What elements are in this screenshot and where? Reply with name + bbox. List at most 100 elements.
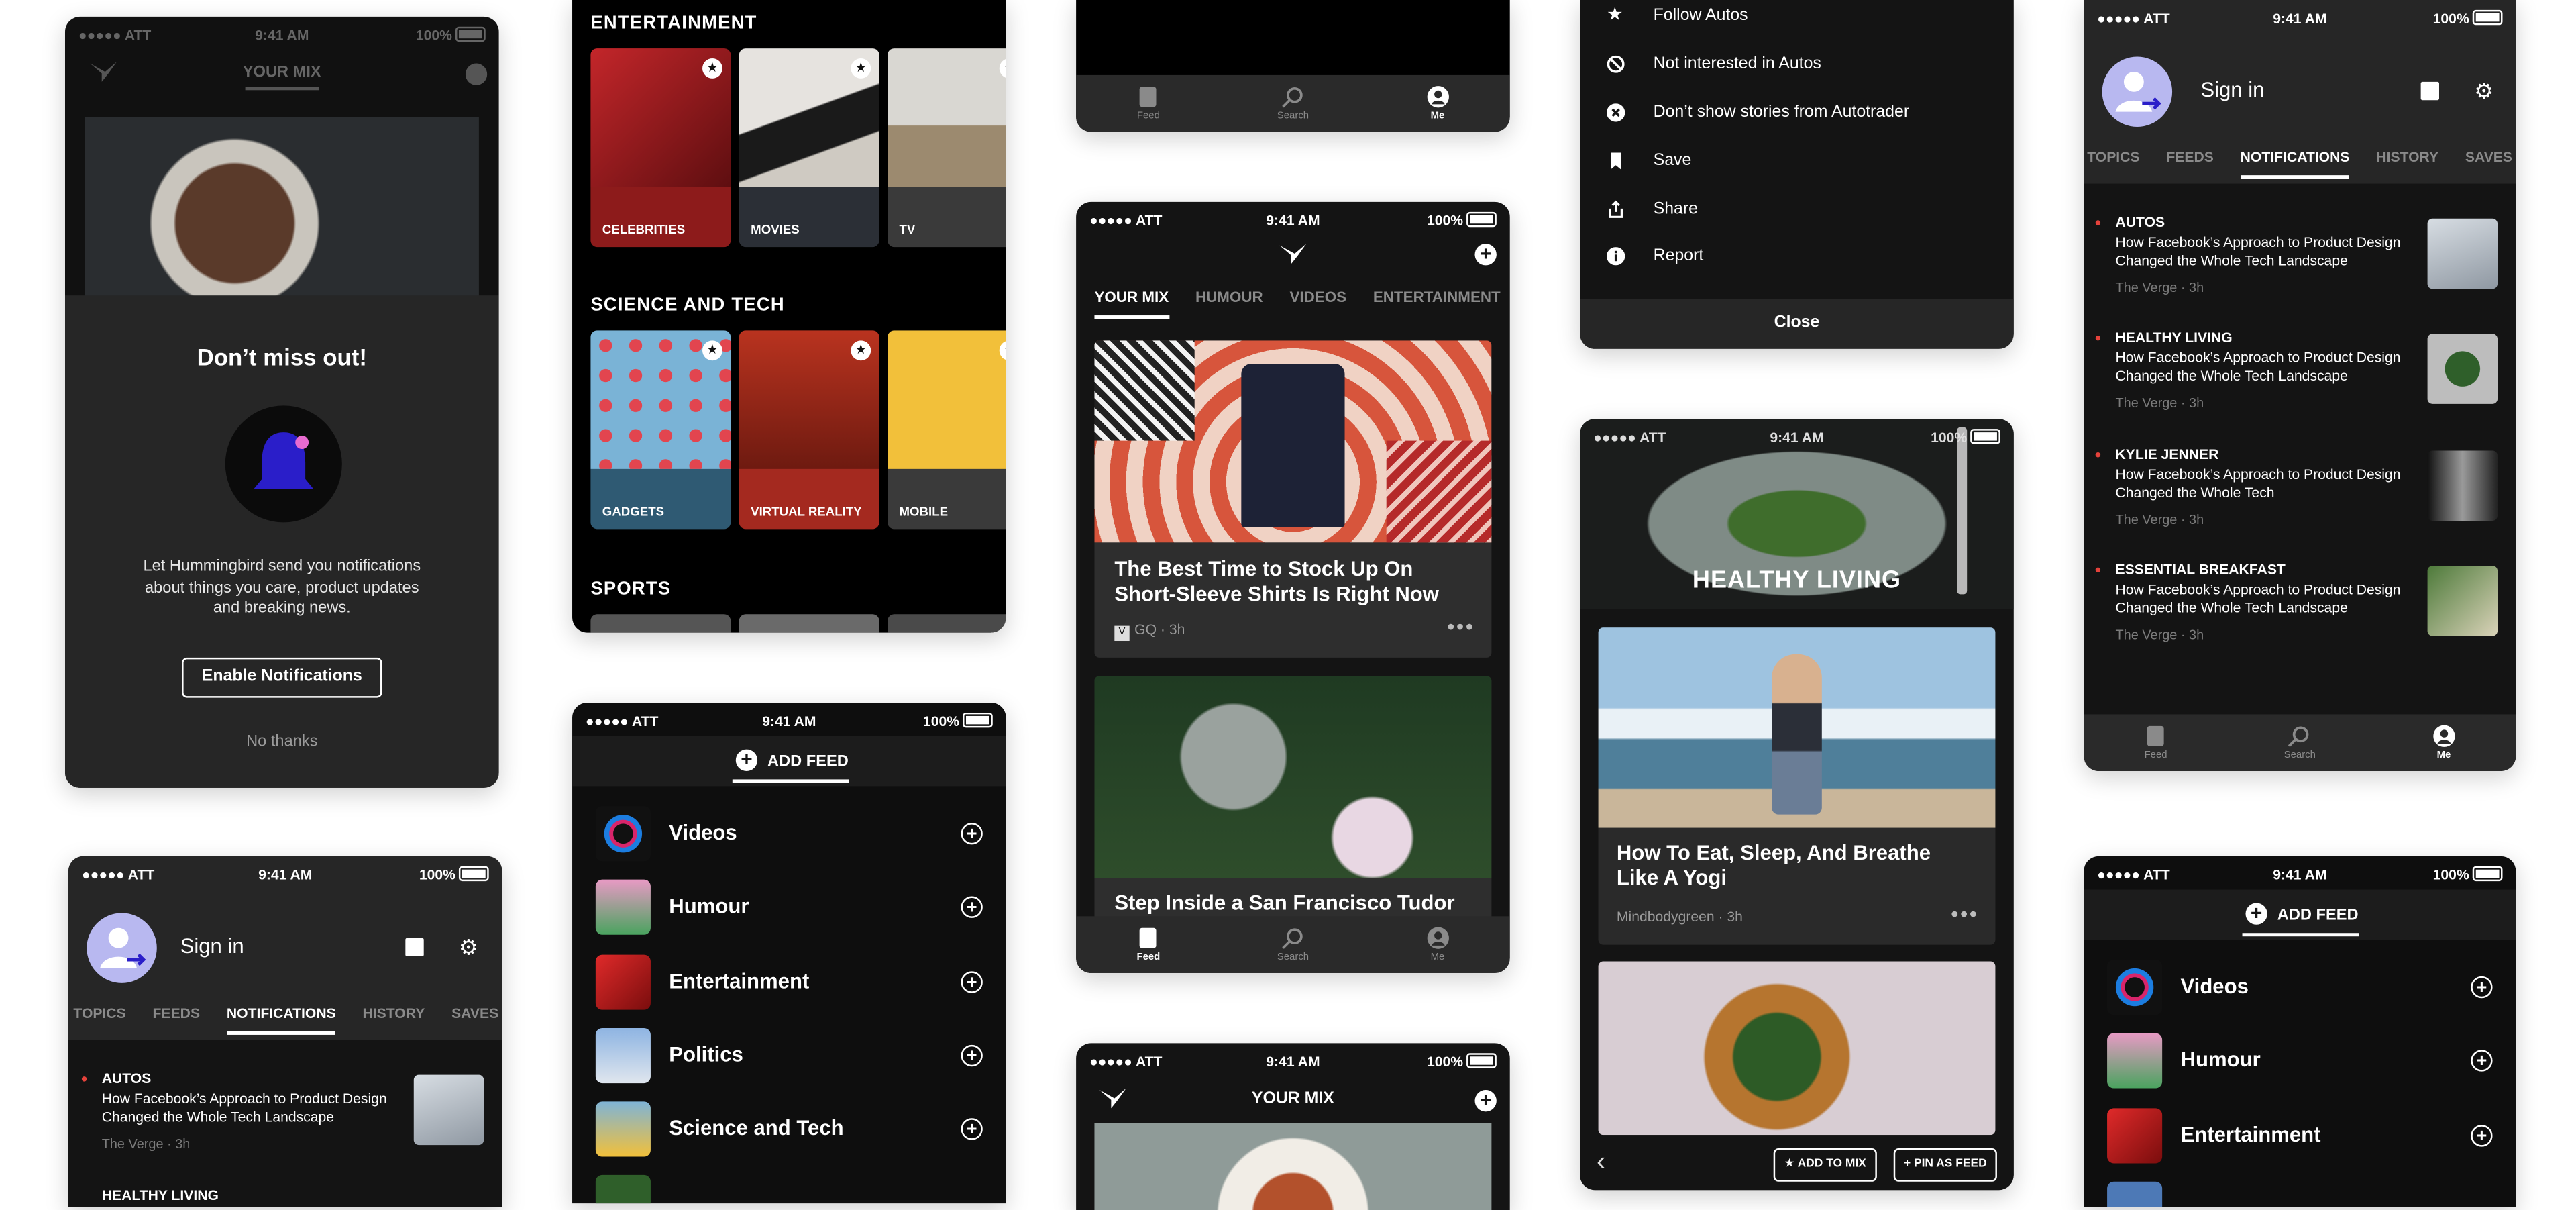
add-button[interactable] bbox=[465, 63, 488, 85]
tab-search[interactable]: Search bbox=[2228, 714, 2372, 771]
add-feed-button[interactable]: + bbox=[2471, 976, 2493, 999]
search-icon bbox=[1282, 928, 1303, 949]
notification-item[interactable]: AUTOS How Facebook’s Approach to Product… bbox=[2095, 213, 2498, 317]
sign-in-link[interactable]: Sign in bbox=[180, 935, 244, 958]
tab-me[interactable]: Me bbox=[1365, 75, 1510, 132]
status-bar: ●●●●● ATT 9:41 AM 100% bbox=[68, 856, 502, 890]
tab-feed[interactable]: Feed bbox=[1076, 75, 1221, 132]
article-card[interactable]: Step Inside a San Francisco Tudor bbox=[1094, 676, 1492, 927]
topic-tile-celebrities[interactable]: ★ CELEBRITIES bbox=[590, 48, 731, 248]
article-card[interactable] bbox=[1598, 961, 1996, 1136]
add-feed-button[interactable]: + bbox=[2471, 1050, 2493, 1072]
notification-item[interactable]: KYLIE JENNER How Facebook’s Approach to … bbox=[2095, 446, 2498, 549]
add-feed-button[interactable]: + bbox=[2471, 1125, 2493, 1147]
profile-tabs: TOPICS FEEDS NOTIFICATIONS HISTORY SAVES bbox=[2087, 148, 2516, 179]
header-title: YOUR MIX bbox=[1251, 1090, 1334, 1109]
no-thanks-link[interactable]: No thanks bbox=[65, 733, 499, 751]
add-button[interactable]: + bbox=[1474, 1089, 1497, 1112]
article-title: The Best Time to Stock Up On Short-Sleev… bbox=[1114, 557, 1439, 606]
humour-thumbnail bbox=[595, 879, 651, 935]
tab-bar: Feed Search Me bbox=[2084, 714, 2516, 771]
notification-item[interactable]: ESSENTIAL BREAKFAST How Facebook’s Appro… bbox=[2095, 561, 2498, 664]
tab-feeds[interactable]: FEEDS bbox=[2166, 148, 2213, 179]
info-icon bbox=[1606, 247, 1625, 266]
close-circle-icon bbox=[1606, 103, 1625, 122]
mobile-image bbox=[888, 330, 1006, 469]
add-button[interactable]: + bbox=[1474, 243, 1497, 266]
tab-feeds[interactable]: FEEDS bbox=[153, 1005, 200, 1035]
more-options-icon[interactable]: ••• bbox=[1447, 614, 1474, 639]
star-icon[interactable]: ★ bbox=[851, 340, 871, 361]
gift-icon[interactable] bbox=[2420, 81, 2439, 101]
tab-notifications[interactable]: NOTIFICATIONS bbox=[226, 1005, 336, 1035]
back-chevron-icon[interactable]: ‹ bbox=[1597, 1148, 1605, 1178]
tab-videos[interactable]: VIDEOS bbox=[1289, 289, 1346, 319]
add-feed-button[interactable]: + bbox=[961, 1118, 983, 1140]
topic-tile-movies[interactable]: ★ MOVIES bbox=[739, 48, 879, 248]
tab-topics[interactable]: TOPICS bbox=[73, 1005, 125, 1035]
profile-icon bbox=[2432, 725, 2455, 747]
sign-in-link[interactable]: Sign in bbox=[2200, 79, 2264, 102]
pin-as-feed-button[interactable]: + PIN AS FEED bbox=[1893, 1148, 1997, 1182]
more-options-icon[interactable]: ••• bbox=[1951, 901, 1978, 926]
avatar[interactable] bbox=[87, 913, 157, 983]
tab-notifications[interactable]: NOTIFICATIONS bbox=[2240, 148, 2350, 179]
your-mix-feed-screen: ●●●●● ATT 9:41 AM 100% + YOUR MIX HUMOUR… bbox=[1076, 201, 1510, 973]
videos-thumbnail bbox=[2107, 960, 2163, 1015]
add-feed-button[interactable]: + bbox=[961, 823, 983, 845]
topic-tile-tv[interactable]: ★ TV bbox=[888, 48, 1006, 248]
tab-humour[interactable]: HUMOUR bbox=[1195, 289, 1263, 319]
topic-tile-virtual-reality[interactable]: ★ VIRTUAL REALITY bbox=[739, 330, 879, 530]
tab-saves[interactable]: SAVES bbox=[2465, 148, 2512, 179]
tab-topics[interactable]: TOPICS bbox=[2087, 148, 2139, 179]
feed-row-science-and-tech[interactable]: Science and Tech + bbox=[595, 1101, 983, 1158]
gear-icon[interactable]: ⚙ bbox=[2474, 79, 2493, 105]
feed-row-entertainment[interactable]: Entertainment + bbox=[595, 954, 983, 1012]
videos-thumbnail bbox=[595, 806, 651, 862]
tab-me[interactable]: Me bbox=[2372, 714, 2516, 771]
topic-tile-mobile[interactable]: ★ MOBILE bbox=[888, 330, 1006, 530]
topic-tile-gadgets[interactable]: ★ GADGETS bbox=[590, 330, 731, 530]
add-feed-button[interactable]: + bbox=[961, 1044, 983, 1067]
enable-notifications-button[interactable]: Enable Notifications bbox=[182, 657, 382, 698]
tab-history[interactable]: HISTORY bbox=[362, 1005, 425, 1035]
header-title: YOUR MIX bbox=[242, 63, 321, 82]
star-icon[interactable]: ★ bbox=[702, 58, 722, 79]
notification-item[interactable]: HEALTHY LIVING How Facebook’s Approach t… bbox=[2095, 329, 2498, 432]
notification-item[interactable]: AUTOS How Facebook’s Approach to Product… bbox=[81, 1070, 484, 1173]
tab-search[interactable]: Search bbox=[1221, 916, 1366, 973]
car-thumbnail bbox=[2427, 218, 2498, 289]
tab-feed[interactable]: Feed bbox=[2084, 714, 2228, 771]
tab-history[interactable]: HISTORY bbox=[2376, 148, 2438, 179]
avatar[interactable] bbox=[2102, 56, 2173, 128]
feed-row-humour[interactable]: Humour + bbox=[2107, 1033, 2493, 1090]
topic-hero-title: HEALTHY LIVING bbox=[1692, 567, 1902, 595]
close-button[interactable]: Close bbox=[1580, 299, 2014, 349]
feed-row-politics[interactable]: Politics + bbox=[595, 1027, 983, 1085]
star-icon[interactable]: ★ bbox=[851, 58, 871, 79]
tab-entertainment[interactable]: ENTERTAINMENT bbox=[1373, 289, 1501, 319]
tab-search[interactable]: Search bbox=[1221, 75, 1366, 132]
star-icon: ★ bbox=[1606, 5, 1623, 26]
add-to-mix-button[interactable]: ★ ADD TO MIX bbox=[1773, 1148, 1877, 1182]
feed-row-humour[interactable]: Humour + bbox=[595, 879, 983, 937]
tab-saves[interactable]: SAVES bbox=[451, 1005, 498, 1035]
add-feed-button[interactable]: + bbox=[961, 896, 983, 918]
tab-your-mix[interactable]: YOUR MIX bbox=[1094, 289, 1169, 319]
star-icon[interactable]: ★ bbox=[702, 340, 722, 361]
feed-row-entertainment[interactable]: Entertainment + bbox=[2107, 1108, 2493, 1165]
gift-icon[interactable] bbox=[405, 938, 424, 957]
article-card[interactable]: How To Eat, Sleep, And Breathe Like A Yo… bbox=[1598, 627, 1996, 945]
tab-feed[interactable]: Feed bbox=[1076, 916, 1221, 973]
article-card[interactable]: The Best Time to Stock Up On Short-Sleev… bbox=[1094, 340, 1492, 658]
gear-icon[interactable]: ⚙ bbox=[459, 935, 478, 962]
tab-me[interactable]: Me bbox=[1365, 916, 1510, 973]
section-title-sports: SPORTS bbox=[590, 578, 672, 599]
feed-row-videos[interactable]: Videos + bbox=[595, 806, 983, 863]
status-bar: ●●●●● ATT 9:41 AM 100% bbox=[1076, 1043, 1510, 1076]
add-feed-button[interactable]: + bbox=[961, 971, 983, 993]
feed-row-videos[interactable]: Videos + bbox=[2107, 960, 2493, 1017]
humour-thumbnail bbox=[2107, 1033, 2163, 1089]
yoga-figure bbox=[1772, 654, 1822, 815]
gq-logo-icon: V bbox=[1114, 625, 1130, 642]
